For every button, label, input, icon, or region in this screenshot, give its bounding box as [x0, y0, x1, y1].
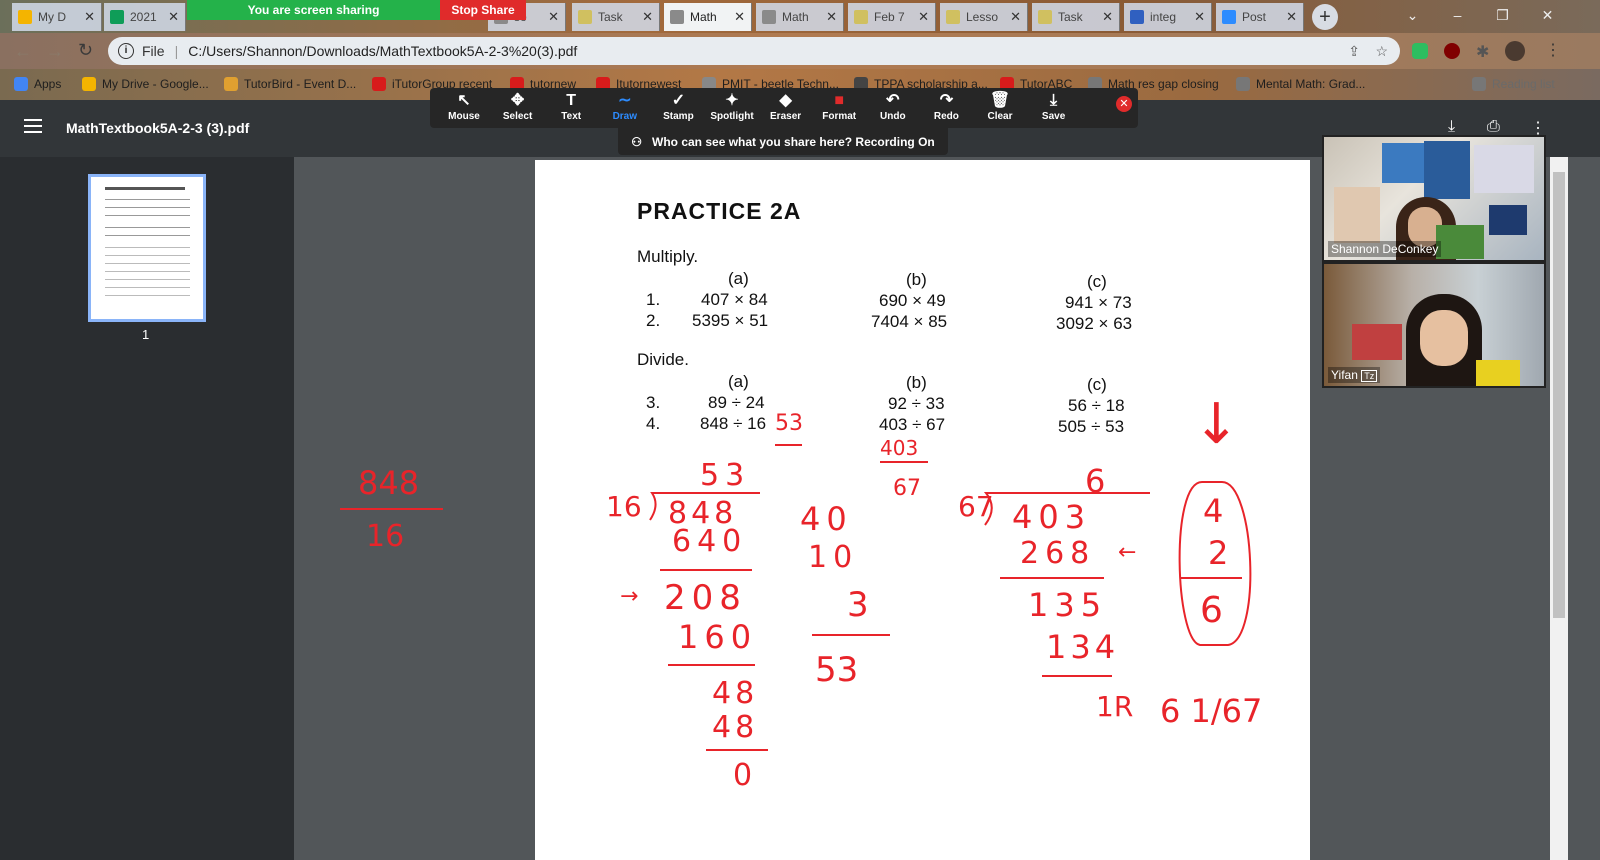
ld2-subtract-1: 268	[1020, 536, 1096, 571]
poster	[1489, 205, 1527, 235]
tool-select[interactable]: ✥ Select	[491, 91, 545, 127]
poster	[1436, 225, 1484, 259]
tool-label: Select	[502, 111, 533, 122]
box-6: 6	[1200, 590, 1223, 631]
answer-53-note: 53	[775, 411, 803, 436]
tool-label: Mouse	[448, 111, 480, 122]
undo-icon: ↶	[886, 92, 900, 109]
tool-label: Eraser	[770, 111, 802, 122]
ld2-quotient: 6	[1085, 462, 1106, 500]
stamp-icon: ✓	[671, 92, 686, 109]
tool-mouse[interactable]: ↖ Mouse	[437, 91, 491, 127]
face	[1420, 310, 1468, 366]
tool-stamp[interactable]: ✓ Stamp	[651, 91, 705, 127]
ld2-dividend: 403	[1012, 498, 1092, 536]
box-arrow-down: ↓	[1193, 392, 1240, 457]
participant-name: Yifan Tz	[1328, 367, 1381, 383]
video-panel-shannon[interactable]: Shannon DeConkey	[1322, 135, 1546, 262]
tool-label: Save	[1041, 111, 1066, 122]
clear-icon: 🗑	[989, 92, 1011, 109]
ld2-remainder-1: 135	[1028, 586, 1108, 624]
map-poster	[1352, 324, 1402, 360]
ld2-remainder-label: 1R	[1096, 690, 1134, 723]
tool-label: Draw	[612, 111, 638, 122]
participant-name-text: Yifan	[1331, 368, 1358, 382]
tool-label: Clear	[987, 111, 1013, 122]
poster	[1424, 141, 1470, 199]
ld1-remainder-3: 0	[733, 758, 753, 793]
ld2-arrow: ←	[1118, 540, 1137, 565]
ld2-subtract-2: 134	[1046, 628, 1120, 666]
ld1-divisor: 16	[606, 490, 642, 523]
tool-redo[interactable]: ↷ Redo	[919, 91, 973, 127]
recording-notice[interactable]: ⚇ Who can see what you share here? Recor…	[618, 128, 948, 155]
box-2: 2	[1208, 534, 1229, 572]
caption-icon: Tz	[1361, 370, 1378, 382]
side-numerator: 848	[358, 464, 420, 502]
select-icon: ✥	[510, 92, 525, 109]
mid-3: 3	[847, 585, 869, 625]
tool-eraser[interactable]: ◆ Eraser	[759, 91, 813, 127]
close-annotation-icon[interactable]: ✕	[1116, 96, 1132, 112]
mid-53: 53	[815, 650, 859, 690]
poster	[1474, 145, 1534, 193]
tool-spotlight[interactable]: ✦ Spotlight	[705, 91, 759, 127]
mid-40: 40	[800, 500, 853, 538]
spotlight-icon: ✦	[725, 92, 739, 109]
scrollbar-thumb[interactable]	[1553, 172, 1565, 618]
tool-save[interactable]: ⤓ Save	[1027, 91, 1081, 127]
participant-name: Shannon DeConkey	[1328, 241, 1442, 257]
tool-undo[interactable]: ↶ Undo	[866, 91, 920, 127]
mouse-icon: ↖	[457, 92, 471, 109]
tool-label: Stamp	[663, 111, 694, 122]
box-4: 4	[1203, 492, 1224, 530]
video-panel-yifan[interactable]: Yifan Tz	[1322, 262, 1546, 388]
redo-icon: ↷	[939, 92, 954, 109]
ld2-divisor: 67	[958, 490, 994, 523]
poster	[1382, 143, 1424, 183]
tool-text[interactable]: T Text	[544, 91, 598, 127]
ld1-remainder-1: 208	[664, 578, 747, 618]
format-icon: ■	[834, 92, 845, 109]
poster	[1334, 187, 1380, 243]
tool-label: Spotlight	[710, 111, 754, 122]
ld1-subtract-2: 160	[678, 618, 758, 656]
person-icon: ⚇	[631, 134, 643, 149]
side-denominator: 16	[366, 519, 405, 554]
ld1-subtract-1: 640	[672, 524, 748, 559]
ld1-remainder-2: 48	[712, 676, 759, 711]
save-icon: ⤓	[1050, 92, 1058, 109]
recording-text: Who can see what you share here? Recordi…	[652, 134, 935, 149]
mid-10: 10	[808, 540, 859, 575]
ld2-answer: 6 1/67	[1160, 692, 1263, 730]
ld1-arrow: →	[620, 584, 639, 609]
tool-clear[interactable]: 🗑 Clear	[973, 91, 1027, 127]
tool-draw[interactable]: ∼ Draw	[598, 91, 652, 127]
fraction-numerator: 403	[880, 436, 919, 460]
draw-icon: ∼	[618, 92, 632, 109]
tool-label: Text	[561, 111, 582, 122]
fraction-denominator: 67	[893, 476, 921, 501]
tool-format[interactable]: ■ Format	[812, 91, 866, 127]
tool-label: Redo	[933, 111, 959, 122]
clothing	[1476, 360, 1520, 386]
ld1-subtract-3: 48	[712, 710, 759, 745]
text-icon: T	[566, 92, 577, 109]
tool-label: Format	[822, 111, 857, 122]
eraser-icon: ◆	[779, 92, 792, 109]
tool-label: Undo	[880, 111, 906, 122]
ld1-quotient: 53	[700, 458, 751, 493]
